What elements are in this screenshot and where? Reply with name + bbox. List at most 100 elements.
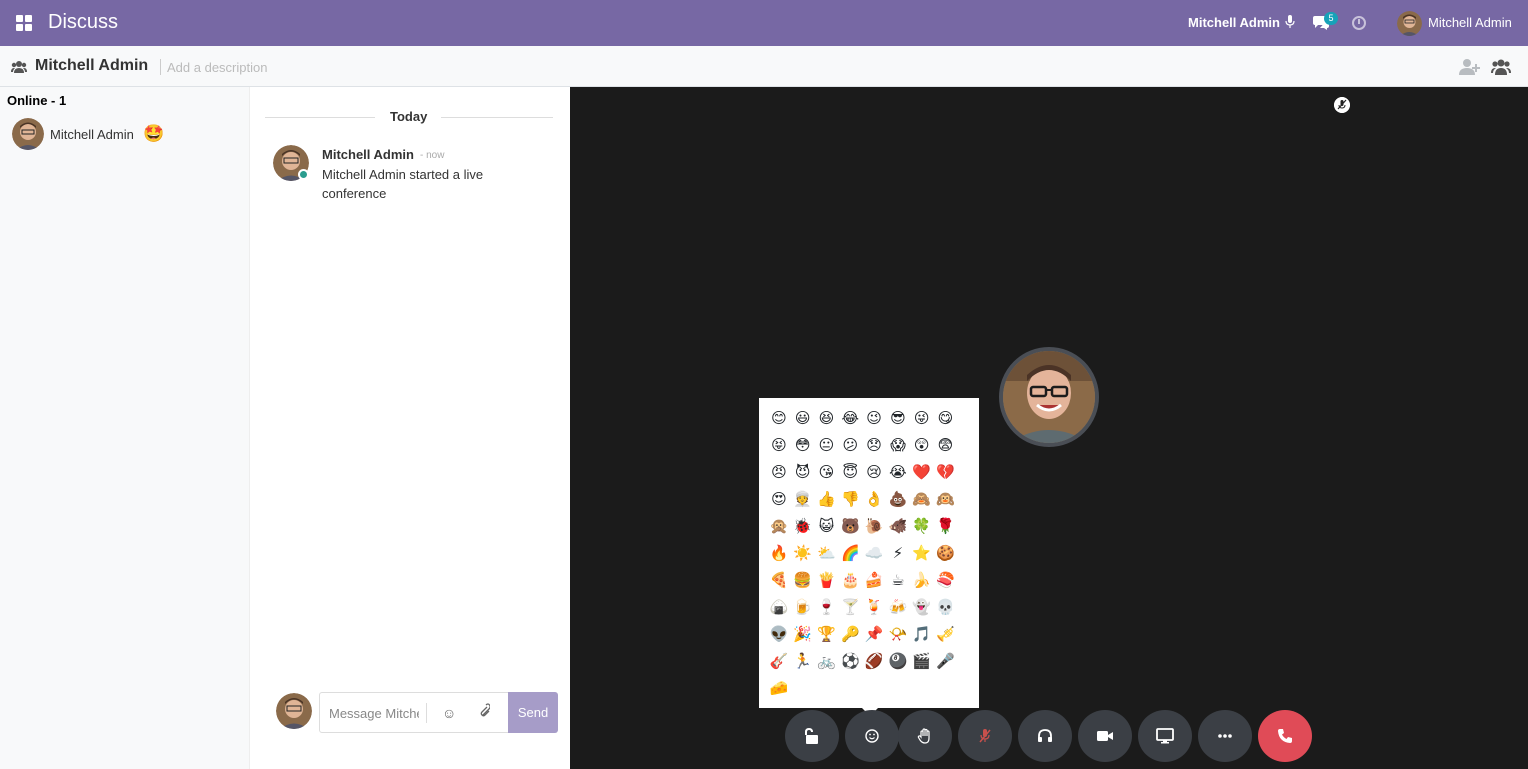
more-button[interactable] — [1198, 710, 1252, 762]
deafen-button[interactable] — [1018, 710, 1072, 762]
emoji-option[interactable]: 😝 — [767, 432, 791, 459]
emoji-option[interactable]: 👻 — [910, 594, 934, 621]
hang-up-button[interactable] — [1258, 710, 1312, 762]
emoji-option[interactable]: 💔 — [934, 459, 958, 486]
emoji-option[interactable]: ☁️ — [862, 540, 886, 567]
emoji-option[interactable]: 🙉 — [934, 486, 958, 513]
emoji-option[interactable]: 💩 — [886, 486, 910, 513]
emoji-option[interactable]: 👎 — [838, 486, 862, 513]
emoji-option[interactable]: 🐻 — [838, 513, 862, 540]
emoji-option[interactable]: 🍟 — [815, 567, 839, 594]
emoji-option[interactable]: 🔑 — [838, 621, 862, 648]
emoji-option[interactable]: 🍰 — [862, 567, 886, 594]
members-icon[interactable] — [1491, 58, 1511, 76]
message-input[interactable] — [329, 704, 419, 722]
user-menu-name[interactable]: Mitchell Admin — [1428, 15, 1512, 30]
emoji-option[interactable]: 🍌 — [910, 567, 934, 594]
emoji-option[interactable]: 😇 — [838, 459, 862, 486]
emoji-option[interactable]: 🚲 — [815, 648, 839, 675]
emoji-option[interactable]: 😘 — [815, 459, 839, 486]
emoji-option[interactable]: ☕ — [886, 567, 910, 594]
emoji-option[interactable]: ⛅ — [815, 540, 839, 567]
app-title[interactable]: Discuss — [48, 11, 118, 34]
emoji-option[interactable]: 😊 — [767, 405, 791, 432]
emoji-option[interactable]: 🙈 — [910, 486, 934, 513]
emoji-option[interactable]: 😍 — [767, 486, 791, 513]
emoji-option[interactable]: 🍣 — [934, 567, 958, 594]
emoji-option[interactable]: 👍 — [815, 486, 839, 513]
emoji-option[interactable]: 😐 — [815, 432, 839, 459]
emoji-reaction-button[interactable] — [845, 710, 899, 762]
camera-button[interactable] — [1078, 710, 1132, 762]
emoji-option[interactable]: 🐞 — [791, 513, 815, 540]
member-item[interactable]: Mitchell Admin 🤩 — [12, 117, 242, 151]
emoji-option[interactable]: 🐗 — [886, 513, 910, 540]
emoji-option[interactable]: 😉 — [862, 405, 886, 432]
apps-icon[interactable] — [16, 15, 32, 31]
message-author[interactable]: Mitchell Admin — [322, 147, 414, 162]
emoji-option[interactable]: 🍷 — [815, 594, 839, 621]
emoji-option[interactable]: 🐌 — [862, 513, 886, 540]
emoji-option[interactable]: 🌹 — [934, 513, 958, 540]
emoji-option[interactable]: 🎂 — [838, 567, 862, 594]
emoji-option[interactable]: 👽 — [767, 621, 791, 648]
emoji-option[interactable]: 😂 — [838, 405, 862, 432]
emoji-option[interactable]: 👳 — [791, 486, 815, 513]
emoji-option[interactable]: 🌈 — [838, 540, 862, 567]
emoji-option[interactable]: 😢 — [862, 459, 886, 486]
emoji-option[interactable]: 🎵 — [910, 621, 934, 648]
emoji-option[interactable]: 🧀 — [767, 675, 791, 702]
channel-description-input[interactable]: Add a description — [167, 60, 267, 75]
emoji-option[interactable]: 😆 — [815, 405, 839, 432]
emoji-option[interactable]: 🎺 — [934, 621, 958, 648]
emoji-option[interactable]: ⚽ — [838, 648, 862, 675]
smile-icon[interactable]: ☺ — [442, 704, 456, 722]
emoji-option[interactable]: 😺 — [815, 513, 839, 540]
mute-button[interactable] — [958, 710, 1012, 762]
emoji-option[interactable]: 😈 — [791, 459, 815, 486]
add-user-icon[interactable] — [1459, 58, 1480, 76]
emoji-option[interactable]: 😜 — [910, 405, 934, 432]
emoji-option[interactable]: 💀 — [934, 594, 958, 621]
emoji-option[interactable]: 🏈 — [862, 648, 886, 675]
emoji-option[interactable]: 🍪 — [934, 540, 958, 567]
emoji-option[interactable]: ⚡ — [886, 540, 910, 567]
emoji-option[interactable]: 🎤 — [934, 648, 958, 675]
emoji-option[interactable]: 📯 — [886, 621, 910, 648]
emoji-option[interactable]: 🎉 — [791, 621, 815, 648]
emoji-option[interactable]: 😕 — [838, 432, 862, 459]
emoji-option[interactable]: 🏃 — [791, 648, 815, 675]
emoji-option[interactable]: 😲 — [910, 432, 934, 459]
emoji-option[interactable]: 😠 — [767, 459, 791, 486]
emoji-option[interactable]: 😋 — [934, 405, 958, 432]
emoji-option[interactable]: 😱 — [886, 432, 910, 459]
unlock-button[interactable] — [785, 710, 839, 762]
member-name[interactable]: Mitchell Admin — [50, 127, 134, 142]
emoji-option[interactable]: 🎱 — [886, 648, 910, 675]
emoji-option[interactable]: 🍸 — [838, 594, 862, 621]
emoji-option[interactable]: 📌 — [862, 621, 886, 648]
emoji-option[interactable]: 🍀 — [910, 513, 934, 540]
emoji-option[interactable]: 😨 — [934, 432, 958, 459]
emoji-option[interactable]: ☀️ — [791, 540, 815, 567]
participant-card[interactable] — [999, 347, 1099, 447]
microphone-icon[interactable] — [1285, 15, 1295, 29]
emoji-option[interactable]: 🏆 — [815, 621, 839, 648]
emoji-option[interactable]: 🎬 — [910, 648, 934, 675]
emoji-option[interactable]: 🍻 — [886, 594, 910, 621]
clock-icon[interactable] — [1352, 16, 1366, 30]
emoji-option[interactable]: ⭐ — [910, 540, 934, 567]
emoji-option[interactable]: 😃 — [791, 405, 815, 432]
emoji-option[interactable]: 😎 — [886, 405, 910, 432]
paperclip-icon[interactable] — [478, 703, 491, 721]
emoji-option[interactable]: 🙊 — [767, 513, 791, 540]
call-user-status[interactable]: Mitchell Admin — [1188, 15, 1280, 30]
emoji-option[interactable]: 👌 — [862, 486, 886, 513]
send-button[interactable]: Send — [508, 692, 558, 733]
avatar[interactable] — [12, 118, 44, 150]
emoji-option[interactable]: 🔥 — [767, 540, 791, 567]
emoji-option[interactable]: 🍹 — [862, 594, 886, 621]
avatar[interactable] — [1397, 11, 1422, 36]
emoji-option[interactable]: 😭 — [886, 459, 910, 486]
share-screen-button[interactable] — [1138, 710, 1192, 762]
